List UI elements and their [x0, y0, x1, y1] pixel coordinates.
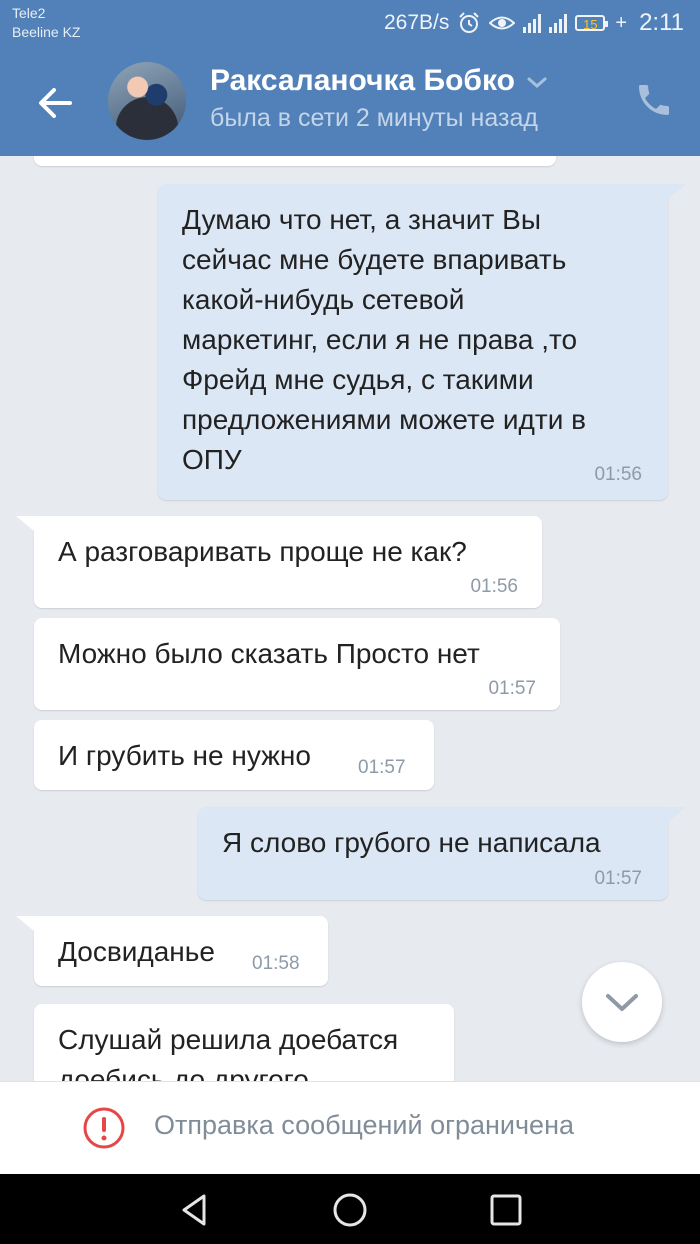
message-time: 01:58: [252, 953, 300, 974]
message-time: 01:57: [358, 757, 406, 778]
last-seen-status: была в сети 2 минуты назад: [210, 104, 538, 132]
message-bubble-out[interactable]: Думаю что нет, а значит Вы сейчас мне бу…: [158, 184, 668, 500]
scroll-to-bottom-button[interactable]: [582, 962, 662, 1042]
phone-icon[interactable]: [634, 80, 674, 120]
message-bubble-in[interactable]: Досвиданье 01:58: [34, 916, 328, 986]
system-nav-bar: [0, 1174, 700, 1244]
bubble-tail: [16, 916, 40, 936]
message-bubble-in[interactable]: И грубить не нужно 01:57: [34, 720, 434, 790]
message-text: Я слово грубого не написала: [222, 827, 601, 858]
message-text: Можно было сказать Просто нет: [58, 638, 480, 669]
app-header: Tele2 Beeline KZ 267B/s 15 + 2:11 Раксал…: [0, 0, 700, 156]
message-text: Досвиданье: [58, 936, 215, 967]
bubble-tail: [16, 516, 40, 536]
alarm-icon: [459, 12, 480, 33]
signal-4g-icon: [549, 13, 568, 33]
nav-home-icon[interactable]: [332, 1192, 368, 1228]
chevron-down-icon[interactable]: [526, 76, 548, 90]
status-icons: 267B/s 15 + 2:11: [384, 8, 684, 38]
messaging-restricted-bar: Отправка сообщений ограничена: [0, 1081, 700, 1174]
message-bubble-out[interactable]: Я слово грубого не написала 01:57: [198, 807, 668, 900]
nav-back-icon[interactable]: [176, 1192, 212, 1228]
message-text: И грубить не нужно: [58, 740, 311, 771]
warning-icon: [83, 1107, 125, 1149]
carrier-2: Beeline KZ: [12, 24, 81, 40]
network-speed: 267B/s: [383, 11, 450, 34]
message-time: 01:56: [594, 464, 642, 485]
message-text: Думаю что нет, а значит Вы сейчас мне бу…: [182, 204, 587, 475]
message-bubble-in[interactable]: Можно было сказать Просто нет 01:57: [34, 618, 560, 710]
battery-icon: 15: [575, 15, 609, 32]
message-bubble-in[interactable]: А разговаривать проще не как? 01:56: [34, 516, 542, 608]
message-bubble-cutoff: [34, 156, 556, 166]
contact-avatar[interactable]: [108, 62, 186, 140]
message-time: 01:57: [488, 678, 536, 699]
chevron-down-icon: [606, 994, 638, 1011]
message-text: Слушай решила доебатся доебись до другог…: [58, 1024, 399, 1081]
eye-icon: [489, 16, 516, 30]
message-text: А разговаривать проще не как?: [58, 536, 467, 567]
back-arrow-icon[interactable]: [30, 78, 80, 128]
message-list[interactable]: Думаю что нет, а значит Вы сейчас мне бу…: [0, 156, 700, 1081]
status-bar: Tele2 Beeline KZ 267B/s 15 + 2:11: [0, 0, 700, 44]
signal-icon: [523, 13, 542, 33]
charging-plus: +: [615, 11, 628, 34]
contact-name[interactable]: Раксаланочка Бобко: [210, 64, 515, 98]
message-time: 01:56: [470, 576, 518, 597]
status-time: 2:11: [639, 9, 684, 36]
bubble-tail: [662, 807, 686, 827]
restriction-message: Отправка сообщений ограничена: [154, 1110, 574, 1140]
carrier-1: Tele2: [12, 5, 46, 21]
nav-recents-icon[interactable]: [488, 1192, 524, 1228]
carrier-info: Tele2 Beeline KZ: [12, 4, 80, 42]
message-bubble-in[interactable]: Слушай решила доебатся доебись до другог…: [34, 1004, 454, 1081]
message-time: 01:57: [594, 868, 642, 889]
bubble-tail: [662, 184, 686, 204]
